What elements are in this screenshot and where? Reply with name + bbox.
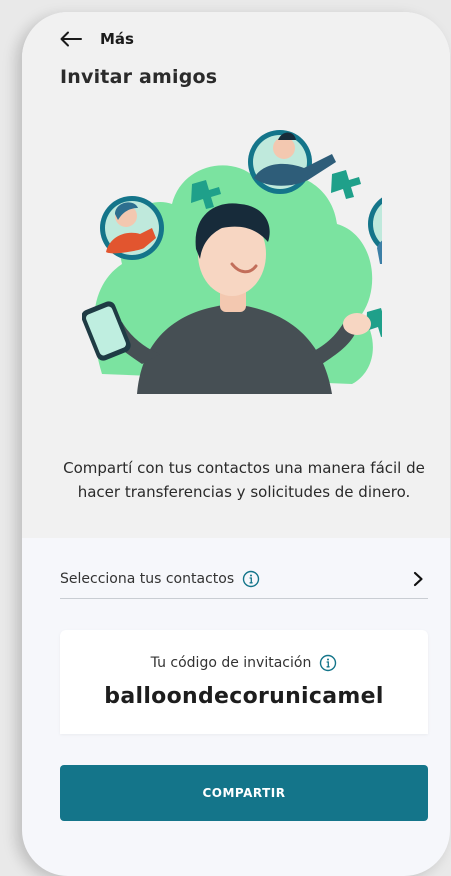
invite-friends-illustration	[82, 130, 382, 394]
page-title: Invitar amigos	[60, 66, 218, 88]
info-icon[interactable]	[319, 654, 337, 672]
invite-code-label: Tu código de invitación	[150, 655, 312, 671]
back-link[interactable]: Más	[100, 30, 134, 48]
chevron-right-icon	[413, 571, 423, 587]
top-bar: Más	[60, 26, 134, 52]
invite-code-label-row: Tu código de invitación	[60, 654, 428, 672]
invite-code-card: Tu código de invitación balloondecorunic…	[60, 630, 428, 734]
phone-screen: Más Invitar amigos Compartí con tus cont…	[22, 12, 450, 876]
select-contacts-row[interactable]: Selecciona tus contactos	[60, 560, 428, 599]
hero-description: Compartí con tus contactos una manera fá…	[63, 459, 425, 501]
back-arrow-icon[interactable]	[60, 31, 82, 47]
info-icon[interactable]	[242, 570, 260, 588]
select-contacts-label: Selecciona tus contactos	[60, 571, 235, 587]
invite-code-value: balloondecorunicamel	[104, 684, 384, 709]
select-contacts-left: Selecciona tus contactos	[60, 570, 260, 588]
share-button[interactable]: COMPARTIR	[60, 765, 428, 821]
